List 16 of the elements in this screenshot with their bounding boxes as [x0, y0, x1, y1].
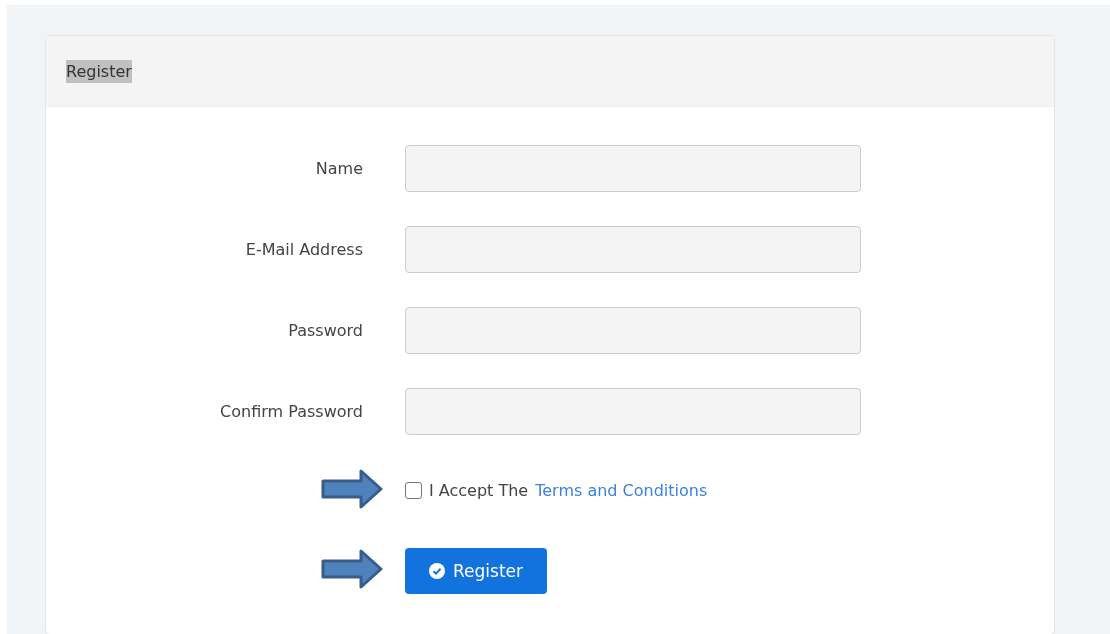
input-field[interactable]	[405, 388, 861, 435]
field-label: E-Mail Address	[245, 240, 363, 259]
field-label: Confirm Password	[220, 402, 363, 421]
card-title: Register	[66, 59, 132, 83]
terms-text: I Accept The	[429, 481, 529, 500]
field-label: Name	[315, 159, 363, 178]
check-circle-icon	[429, 563, 445, 579]
arrow-icon	[321, 548, 383, 589]
terms-link[interactable]: Terms and Conditions	[535, 481, 708, 500]
input-field[interactable]	[405, 307, 861, 354]
input-field[interactable]	[405, 226, 861, 273]
checkbox[interactable]	[405, 482, 422, 499]
input-field[interactable]	[405, 145, 861, 192]
arrow-icon	[321, 469, 383, 509]
register-button[interactable]: Register	[405, 548, 547, 594]
field-label: Password	[288, 321, 363, 340]
